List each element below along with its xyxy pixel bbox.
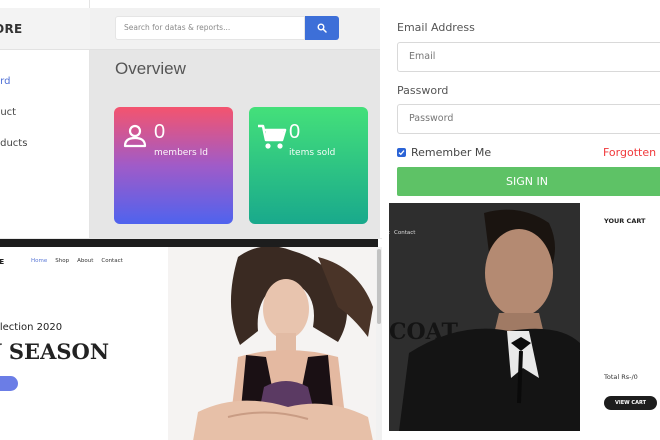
top-bar: Search for datas & reports... xyxy=(90,8,380,50)
store-nav: out Contact xyxy=(389,230,415,236)
items-sold-count: 0 xyxy=(289,121,301,143)
forgot-password-link[interactable]: Forgotten P xyxy=(603,146,660,159)
hero-headline: W SEASON xyxy=(0,339,110,364)
email-label: Email Address xyxy=(397,21,475,34)
members-card: 0 members Id xyxy=(114,107,233,224)
window-bar xyxy=(0,239,378,247)
remember-checkbox[interactable] xyxy=(397,148,406,157)
page-title: Overview xyxy=(115,59,186,78)
coat-photo: out Contact COAT xyxy=(389,203,580,431)
sidebar-item-add-product[interactable]: duct xyxy=(0,103,90,134)
password-label: Password xyxy=(397,84,449,97)
nav-contact[interactable]: Contact xyxy=(394,230,415,236)
store-nav: Home Shop About Contact xyxy=(31,258,123,264)
nav-about[interactable]: About xyxy=(77,258,93,264)
user-icon xyxy=(123,124,147,148)
members-label: members Id xyxy=(154,148,208,158)
login-panel: Email Address Email Password Password Re… xyxy=(380,0,660,200)
model-photo xyxy=(168,247,378,440)
store-hero-panel: RE Home Shop About Contact Collection 20… xyxy=(0,238,382,440)
sidebar-item-dashboard[interactable]: ard xyxy=(0,72,90,103)
sidebar-item-products[interactable]: oducts xyxy=(0,134,90,165)
cart-icon xyxy=(258,124,287,149)
nav-home[interactable]: Home xyxy=(31,258,47,264)
scrollbar-thumb[interactable] xyxy=(377,249,381,324)
sidebar: ORE ard duct oducts xyxy=(0,0,90,238)
sidebar-nav: ard duct oducts xyxy=(0,72,90,165)
check-icon xyxy=(398,150,405,156)
items-sold-label: items sold xyxy=(289,148,336,158)
shop-now-button[interactable] xyxy=(0,376,18,391)
hero-text: COAT xyxy=(389,319,458,345)
cart-title: YOUR CART xyxy=(604,217,646,225)
view-cart-button[interactable]: VIEW CART xyxy=(604,396,657,410)
search-icon xyxy=(317,23,327,33)
password-field[interactable]: Password xyxy=(397,104,660,134)
dashboard-main: Overview 0 members Id 0 items sold xyxy=(90,50,380,238)
remember-label: Remember Me xyxy=(411,146,492,159)
email-field[interactable]: Email xyxy=(397,42,660,72)
hero-subtitle: Collection 2020 xyxy=(0,322,63,333)
nav-shop[interactable]: Shop xyxy=(55,258,69,264)
model-illustration xyxy=(168,247,378,440)
brand-logo: ORE xyxy=(0,8,90,50)
items-sold-card: 0 items sold xyxy=(249,107,368,224)
store-cart-panel: out Contact COAT YOUR CART Total Rs-/0 V… xyxy=(389,203,660,440)
nav-about[interactable]: out xyxy=(389,230,390,236)
members-count: 0 xyxy=(154,121,166,143)
nav-contact[interactable]: Contact xyxy=(101,258,122,264)
search-button[interactable] xyxy=(305,16,339,40)
man-illustration xyxy=(389,203,580,431)
search-input[interactable]: Search for datas & reports... xyxy=(115,16,305,40)
cart-total: Total Rs-/0 xyxy=(604,373,638,381)
dashboard-panel: ORE ard duct oducts Search for datas & r… xyxy=(0,0,380,238)
signin-button[interactable]: SIGN IN xyxy=(397,167,660,196)
store-logo: RE xyxy=(0,258,4,266)
